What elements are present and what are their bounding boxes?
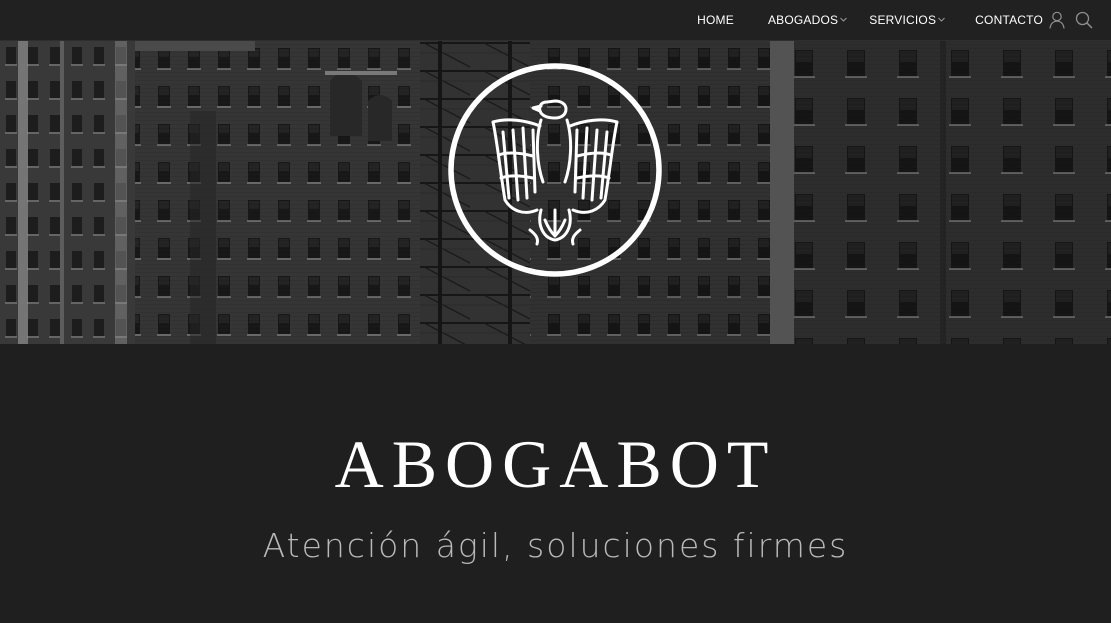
nav-item-label: ABOGADOS [767,13,839,27]
main-menu: HOME ABOGADOS SERVICIOS CONTACTO [697,0,1043,40]
user-icon[interactable] [1049,11,1065,29]
nav-icon-group [1049,0,1093,40]
chevron-down-icon [938,16,946,23]
page: HOME ABOGADOS SERVICIOS CONTACTO ABOGABO… [0,0,1111,623]
hero-banner [0,41,1111,344]
site-title: ABOGABOT [334,426,777,502]
nav-item-abogados[interactable]: ABOGADOS [767,0,848,40]
chevron-down-icon [840,16,848,23]
nav-item-label: SERVICIOS [869,13,937,27]
nav-item-home[interactable]: HOME [697,0,734,40]
nav-item-label: HOME [697,13,734,27]
nav-item-contacto[interactable]: CONTACTO [975,0,1043,40]
site-tagline: Atención ágil, soluciones firmes [262,526,849,565]
top-navbar: HOME ABOGADOS SERVICIOS CONTACTO [0,0,1111,41]
search-icon[interactable] [1075,11,1093,29]
nav-item-label: CONTACTO [975,13,1043,27]
nav-item-servicios[interactable]: SERVICIOS [869,0,946,40]
eagle-logo-icon [448,63,662,277]
